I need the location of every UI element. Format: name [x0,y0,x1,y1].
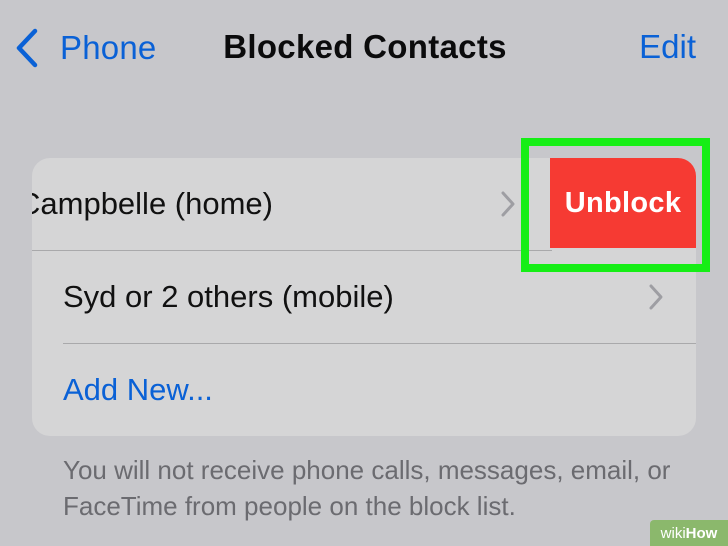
page-title: Blocked Contacts [223,28,507,65]
add-new-link[interactable]: Add New... [63,372,213,408]
unblock-button[interactable]: Unblock [550,158,696,248]
unblock-label: Unblock [564,186,682,219]
watermark-suffix: How [685,524,718,542]
back-label: Phone [60,29,157,66]
add-new-row[interactable]: Add New... [32,344,696,436]
edit-button[interactable]: Edit [639,28,696,66]
contact-label: Syd or 2 others (mobile) [63,279,394,314]
chevron-left-icon [16,28,38,68]
list-item[interactable]: Syd or 2 others (mobile) [32,251,696,343]
watermark-prefix: wiki [660,524,686,542]
chevron-right-icon [649,284,663,310]
watermark-logo: wiki How [650,520,728,546]
footer-note: You will not receive phone calls, messag… [63,455,671,521]
chevron-right-icon [501,191,515,217]
back-button[interactable]: Phone [14,26,156,70]
contact-label: Campbelle (home) [32,186,273,221]
